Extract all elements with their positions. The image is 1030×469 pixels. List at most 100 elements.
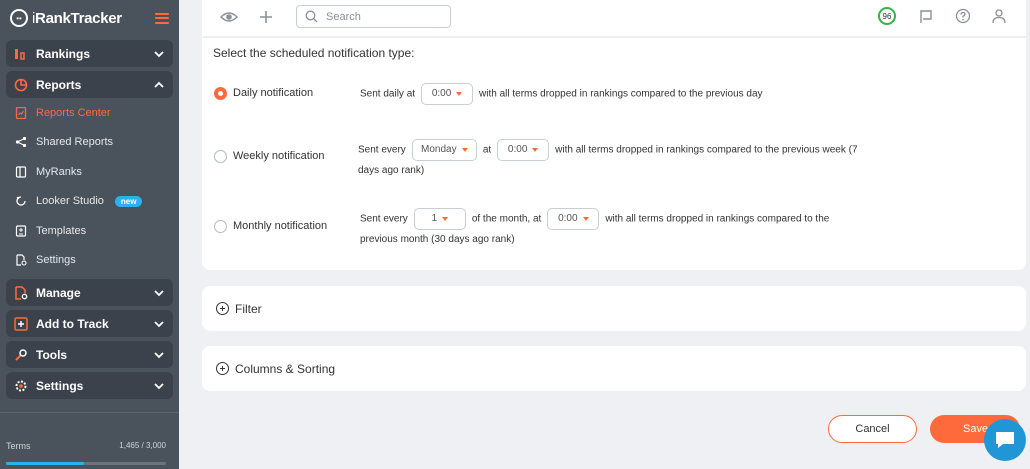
monthly-prefix: Sent every <box>360 213 408 225</box>
monthly-radio[interactable] <box>214 220 227 233</box>
user-icon[interactable] <box>990 7 1008 25</box>
notification-type-title: Select the scheduled notification type: <box>213 46 415 60</box>
monthly-suffix: with all terms dropped in rankings compa… <box>605 213 830 225</box>
reports-pie-icon <box>14 78 28 92</box>
sidebar-item-templates[interactable]: Templates <box>0 216 179 246</box>
monthly-description: Sent every 1 of the month, at 0:00 with all … <box>360 208 880 250</box>
caret-down-icon <box>442 217 449 221</box>
daily-description: Sent daily at 0:00 with all terms dropped … <box>360 83 763 105</box>
sidebar-item-myranks[interactable]: MyRanks <box>0 157 179 187</box>
weekly-time-select[interactable]: 0:00 <box>497 139 550 161</box>
filter-section[interactable]: Filter <box>202 286 1026 331</box>
help-icon[interactable] <box>954 7 972 25</box>
daily-time-select[interactable]: 0:00 <box>421 83 474 105</box>
app-logo[interactable]: •• iRankTracker <box>10 9 122 27</box>
nav-group-settings[interactable]: Settings <box>6 372 173 399</box>
monthly-mid: of the month, at <box>471 213 542 225</box>
nav-group-label: Reports <box>36 77 82 92</box>
terms-progress-fill <box>6 462 85 465</box>
daily-radio[interactable] <box>214 87 227 100</box>
columns-sorting-section[interactable]: Columns & Sorting <box>202 346 1026 391</box>
chevron-up-icon <box>154 81 164 88</box>
nav-group-label: Manage <box>36 285 81 300</box>
daily-label: Daily notification <box>233 87 314 99</box>
weekly-prefix: Sent every <box>358 144 406 156</box>
chevron-down-icon <box>154 289 164 296</box>
sidebar-item-label: Shared Reports <box>36 136 114 149</box>
weekly-at: at <box>482 144 492 156</box>
nav-group-add-to-track[interactable]: Add to Track <box>6 310 173 337</box>
flag-icon[interactable] <box>917 8 935 26</box>
chevron-down-icon <box>154 382 164 389</box>
sidebar: •• iRankTracker Rankings Reports Reports… <box>0 0 179 469</box>
nav-group-rankings[interactable]: Rankings <box>6 40 173 67</box>
weekly-radio[interactable] <box>214 150 227 163</box>
cancel-button[interactable]: Cancel <box>828 415 917 443</box>
caret-down-icon <box>532 148 539 152</box>
sidebar-item-looker-studio[interactable]: Looker Studio new <box>0 187 179 217</box>
terms-usage: Terms 1,465 / 3,000 <box>6 441 166 451</box>
logo-mark-icon: •• <box>10 9 28 27</box>
top-bar: 96 <box>202 0 1026 36</box>
looker-icon <box>15 195 27 207</box>
weekly-day-value: Monday <box>421 144 457 155</box>
logo-row: •• iRankTracker <box>0 0 179 36</box>
chevron-down-icon <box>154 320 164 327</box>
chevron-down-icon <box>154 50 164 57</box>
sidebar-item-reports-center[interactable]: Reports Center <box>0 98 179 128</box>
nav-group-label: Rankings <box>36 46 91 61</box>
monthly-label: Monthly notification <box>233 220 328 232</box>
monthly-day-value: 1 <box>431 213 438 224</box>
caret-down-icon <box>456 92 463 96</box>
tools-icon <box>14 348 28 362</box>
terms-count: 1,465 / 3,000 <box>119 441 166 450</box>
sidebar-item-label: Templates <box>36 224 87 237</box>
menu-toggle-icon[interactable] <box>155 12 169 24</box>
columns-sorting-label: Columns & Sorting <box>235 361 336 376</box>
chevron-down-icon <box>154 351 164 358</box>
sidebar-item-label: Looker Studio <box>36 195 104 208</box>
daily-time-value: 0:00 <box>431 88 452 99</box>
eye-icon[interactable] <box>220 8 238 26</box>
search-icon <box>305 10 318 23</box>
daily-prefix: Sent daily at <box>360 88 416 100</box>
sidebar-item-label: Reports Center <box>36 106 111 119</box>
plus-icon[interactable] <box>257 8 275 26</box>
nav-group-reports[interactable]: Reports <box>6 71 173 98</box>
chat-widget[interactable] <box>984 419 1026 461</box>
sidebar-item-report-settings[interactable]: Settings <box>0 246 179 276</box>
search-input[interactable] <box>326 10 436 23</box>
score-badge[interactable]: 96 <box>878 7 896 25</box>
gear-icon <box>14 379 28 393</box>
search-box[interactable] <box>296 5 451 28</box>
filter-label: Filter <box>235 301 262 316</box>
nav-group-tools[interactable]: Tools <box>6 341 173 368</box>
monthly-time-select[interactable]: 0:00 <box>547 208 600 230</box>
sidebar-item-shared-reports[interactable]: Shared Reports <box>0 128 179 158</box>
nav-group-manage[interactable]: Manage <box>6 279 173 306</box>
monthly-time-value: 0:00 <box>558 213 578 224</box>
doc-settings-icon <box>15 254 27 266</box>
weekly-description: Sent every Monday at 0:00 with all terms dro… <box>358 139 878 181</box>
manage-icon <box>14 285 28 300</box>
weekly-suffix-2: days ago rank) <box>358 165 425 176</box>
weekly-day-select[interactable]: Monday <box>411 139 477 161</box>
new-badge: new <box>114 195 143 207</box>
reports-submenu: Reports Center Shared Reports MyRanks Lo… <box>0 98 179 275</box>
notification-settings-card: Select the scheduled notification type: … <box>202 38 1026 270</box>
sidebar-divider <box>0 412 179 413</box>
expand-plus-icon <box>216 302 229 315</box>
monthly-day-select[interactable]: 1 <box>413 208 466 230</box>
logo-text: iRankTracker <box>32 9 122 27</box>
caret-down-icon <box>582 217 589 221</box>
report-doc-icon <box>15 106 27 119</box>
sidebar-item-label: Settings <box>36 254 76 267</box>
daily-suffix: with all terms dropped in rankings compa… <box>479 88 763 100</box>
nav-group-label: Tools <box>36 347 68 362</box>
book-icon <box>15 166 27 178</box>
nav-group-label: Add to Track <box>36 316 109 331</box>
terms-progress-bar <box>6 462 166 465</box>
share-icon <box>15 136 27 148</box>
nav-group-label: Settings <box>36 378 84 393</box>
weekly-suffix: with all terms dropped in rankings compa… <box>555 144 858 156</box>
